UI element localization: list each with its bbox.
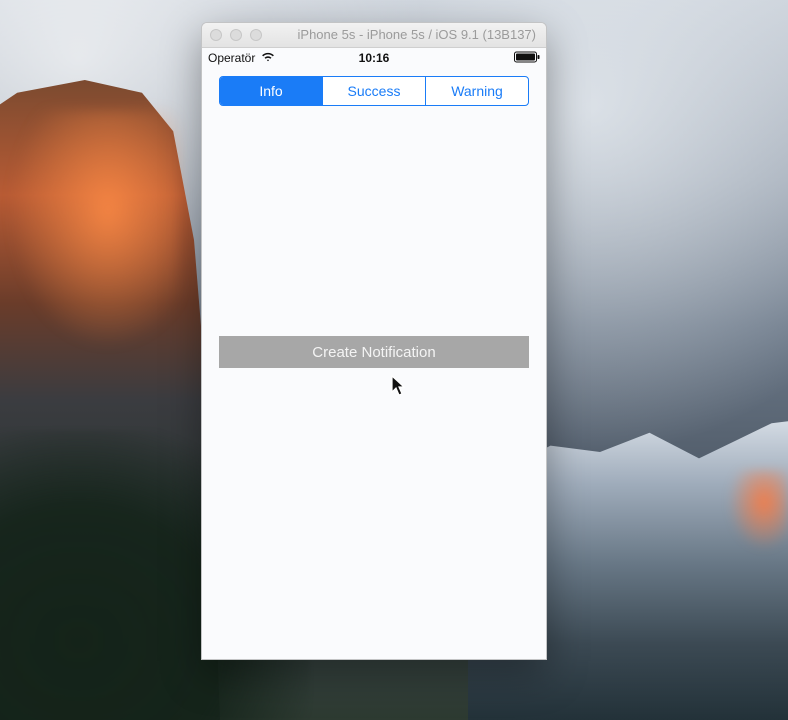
segment-success[interactable]: Success [323, 77, 426, 105]
app-content: Info Success Warning Create Notification [202, 67, 546, 659]
window-controls [210, 29, 262, 41]
close-window-button[interactable] [210, 29, 222, 41]
segment-warning[interactable]: Warning [426, 77, 528, 105]
ios-status-bar: Operatör 10:16 [202, 48, 546, 68]
segment-info[interactable]: Info [220, 77, 323, 105]
notification-type-segmented-control: Info Success Warning [219, 76, 529, 106]
wallpaper-mountain-glow [728, 470, 788, 550]
wifi-icon [261, 51, 275, 65]
zoom-window-button[interactable] [250, 29, 262, 41]
battery-icon [514, 51, 540, 66]
simulator-titlebar: iPhone 5s - iPhone 5s / iOS 9.1 (13B137) [202, 23, 546, 48]
create-notification-button[interactable]: Create Notification [219, 336, 529, 368]
wallpaper-cliff-glow [0, 110, 180, 360]
carrier-label: Operatör [208, 51, 256, 65]
simulator-window: iPhone 5s - iPhone 5s / iOS 9.1 (13B137)… [201, 22, 547, 660]
minimize-window-button[interactable] [230, 29, 242, 41]
status-left: Operatör [208, 51, 275, 65]
status-right [514, 51, 540, 66]
